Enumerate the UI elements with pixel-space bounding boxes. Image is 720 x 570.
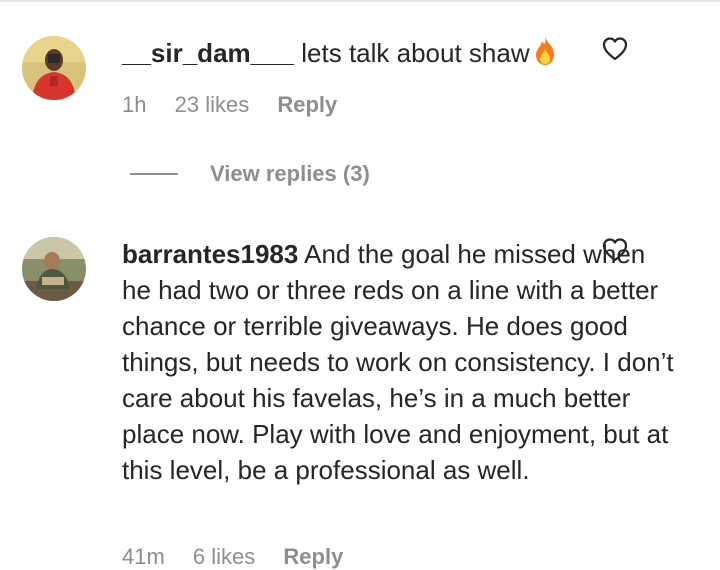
view-replies-label: View replies (3) [210,161,370,186]
comment-text: lets talk about shaw [301,38,530,68]
like-heart-icon[interactable] [602,36,628,62]
avatar[interactable] [22,36,86,100]
comment-body: barrantes1983 And the goal he missed whe… [122,236,676,488]
comment-text: And the goal he missed when he had two o… [122,239,674,485]
like-heart-icon[interactable] [602,237,628,263]
comment-body: __sir_dam___ lets talk about shaw [122,35,676,75]
comment-likes[interactable]: 23 likes [175,92,250,118]
view-replies-button[interactable]: View replies (3) [130,158,370,190]
comment-likes[interactable]: 6 likes [193,544,255,570]
comment-time: 41m [122,544,165,569]
comment-username[interactable]: barrantes1983 [122,239,298,269]
view-replies-line [130,173,178,175]
top-divider [0,0,720,2]
reply-button[interactable]: Reply [277,92,337,118]
comment-meta: 1h 23 likes Reply [122,92,337,118]
comment-meta: 41m 6 likes Reply [122,544,343,570]
reply-button[interactable]: Reply [283,544,343,570]
avatar[interactable] [22,237,86,301]
fire-emoji-icon [532,36,558,75]
comment-time: 1h [122,92,147,117]
comment-username[interactable]: __sir_dam___ [122,38,294,68]
